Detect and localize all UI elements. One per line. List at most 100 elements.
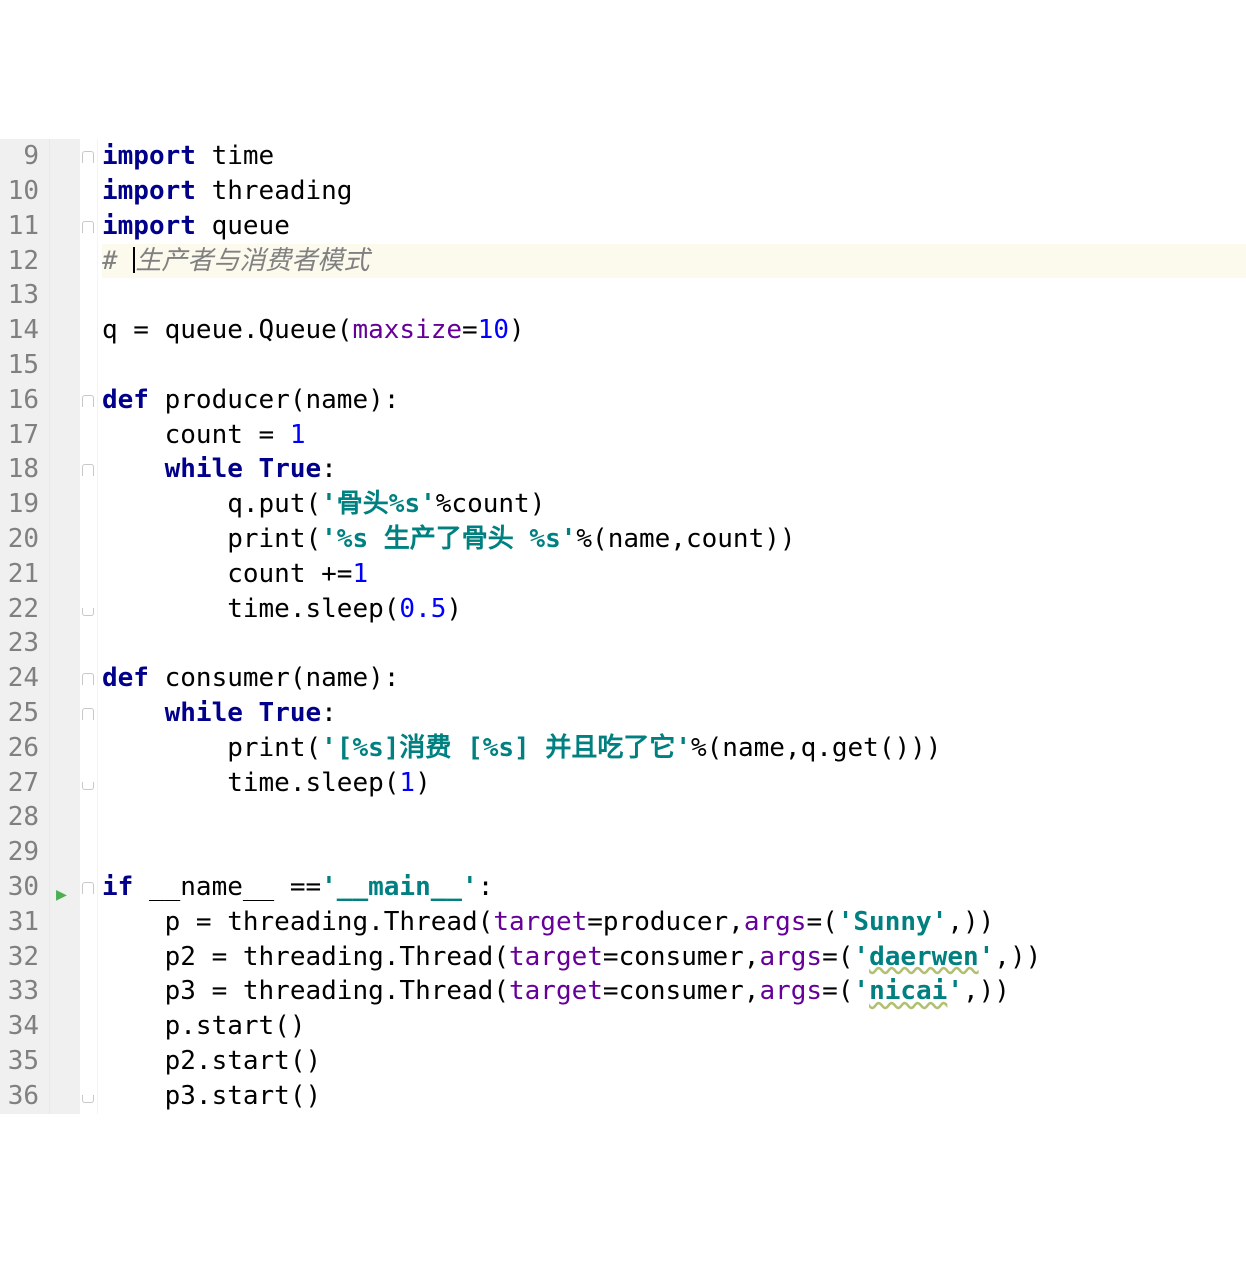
line-number: 21: [0, 557, 39, 592]
code-token: %(name,q.get())): [691, 733, 941, 763]
code-token: =consumer,: [603, 942, 760, 972]
code-token: print(: [102, 524, 321, 554]
code-line[interactable]: print('%s 生产了骨头 %s'%(name,count)): [102, 522, 1246, 557]
code-line[interactable]: time.sleep(0.5): [102, 592, 1246, 627]
code-token: time.sleep(: [102, 594, 399, 624]
fold-toggle-icon[interactable]: [82, 151, 94, 163]
fold-toggle-icon[interactable]: [82, 395, 94, 407]
line-number: 28: [0, 800, 39, 835]
code-token: def: [102, 663, 165, 693]
code-token: maxsize: [352, 315, 462, 345]
code-editor[interactable]: 9101112131415161718192021222324252627282…: [0, 139, 1246, 1113]
code-line[interactable]: p3.start(): [102, 1079, 1246, 1114]
line-number: 17: [0, 418, 39, 453]
line-number: 23: [0, 626, 39, 661]
code-line[interactable]: count +=1: [102, 557, 1246, 592]
code-line[interactable]: [102, 348, 1246, 383]
code-token: '__main__': [321, 872, 478, 902]
line-number: 10: [0, 174, 39, 209]
code-line[interactable]: import queue: [102, 209, 1246, 244]
code-token: ': [838, 907, 854, 937]
code-token: target: [509, 942, 603, 972]
code-token: __name__ ==: [149, 872, 321, 902]
code-token: ,)): [963, 976, 1010, 1006]
code-token: import: [102, 176, 196, 206]
code-area[interactable]: import timeimport threadingimport queue#…: [98, 139, 1246, 1113]
code-line[interactable]: while True:: [102, 452, 1246, 487]
code-line[interactable]: p2 = threading.Thread(target=consumer,ar…: [102, 940, 1246, 975]
code-token: %(name,count)): [576, 524, 795, 554]
code-line[interactable]: p.start(): [102, 1009, 1246, 1044]
code-line[interactable]: [102, 278, 1246, 313]
code-token: while True: [165, 454, 322, 484]
run-gutter-icon[interactable]: ▶: [56, 878, 67, 913]
code-token: count =: [102, 420, 290, 450]
fold-end-icon: [82, 1095, 94, 1103]
code-token: target: [509, 976, 603, 1006]
code-line[interactable]: print('[%s]消费 [%s] 并且吃了它'%(name,q.get())…: [102, 731, 1246, 766]
code-token: ': [932, 907, 948, 937]
code-line[interactable]: import time: [102, 139, 1246, 174]
code-token: Sunny: [853, 907, 931, 937]
code-token: =consumer,: [603, 976, 760, 1006]
code-line[interactable]: def consumer(name):: [102, 661, 1246, 696]
line-number: 20: [0, 522, 39, 557]
code-token: ): [446, 594, 462, 624]
fold-toggle-icon[interactable]: [82, 708, 94, 720]
code-line[interactable]: # 生产者与消费者模式: [102, 244, 1246, 279]
code-token: [102, 454, 165, 484]
code-token: =producer,: [587, 907, 744, 937]
fold-toggle-icon[interactable]: [82, 464, 94, 476]
code-line[interactable]: p2.start(): [102, 1044, 1246, 1079]
code-token: p = threading.Thread(: [102, 907, 493, 937]
code-line[interactable]: time.sleep(1): [102, 766, 1246, 801]
code-token: ': [853, 976, 869, 1006]
code-token: 1: [290, 420, 306, 450]
code-line[interactable]: [102, 800, 1246, 835]
code-token: =: [462, 315, 478, 345]
line-number: 15: [0, 348, 39, 383]
code-token: ': [853, 942, 869, 972]
code-line[interactable]: [102, 626, 1246, 661]
line-number: 32: [0, 940, 39, 975]
line-number: 11: [0, 209, 39, 244]
code-line[interactable]: q.put('骨头%s'%count): [102, 487, 1246, 522]
code-token: def: [102, 385, 165, 415]
code-token: 生产者与消费者模式: [135, 246, 369, 276]
fold-end-icon: [82, 608, 94, 616]
code-token: args: [759, 942, 822, 972]
code-token: import: [102, 141, 196, 171]
code-line[interactable]: [102, 835, 1246, 870]
fold-end-icon: [82, 782, 94, 790]
code-line[interactable]: q = queue.Queue(maxsize=10): [102, 313, 1246, 348]
code-token: target: [493, 907, 587, 937]
code-line[interactable]: p3 = threading.Thread(target=consumer,ar…: [102, 974, 1246, 1009]
code-line[interactable]: while True:: [102, 696, 1246, 731]
code-token: =(: [822, 976, 853, 1006]
code-token: p3.start(): [102, 1081, 321, 1111]
line-number: 16: [0, 383, 39, 418]
code-line[interactable]: count = 1: [102, 418, 1246, 453]
line-number: 9: [0, 139, 39, 174]
code-token: q.put(: [102, 489, 321, 519]
code-line[interactable]: def producer(name):: [102, 383, 1246, 418]
code-line[interactable]: p = threading.Thread(target=producer,arg…: [102, 905, 1246, 940]
fold-toggle-icon[interactable]: [82, 882, 94, 894]
code-token: args: [759, 976, 822, 1006]
code-token: threading: [196, 176, 353, 206]
code-line[interactable]: import threading: [102, 174, 1246, 209]
code-token: 0.5: [399, 594, 446, 624]
line-number-gutter: 9101112131415161718192021222324252627282…: [0, 139, 50, 1113]
code-line[interactable]: if __name__ =='__main__':: [102, 870, 1246, 905]
code-token: while True: [165, 698, 322, 728]
gutter-icon-column: ▶: [50, 139, 80, 1113]
fold-toggle-icon[interactable]: [82, 673, 94, 685]
code-token: ,)): [994, 942, 1041, 972]
line-number: 35: [0, 1044, 39, 1079]
code-token: time.sleep(: [102, 768, 399, 798]
fold-toggle-icon[interactable]: [82, 221, 94, 233]
fold-column[interactable]: [80, 139, 98, 1113]
code-token: #: [102, 246, 133, 276]
line-number: 18: [0, 452, 39, 487]
code-token: args: [744, 907, 807, 937]
